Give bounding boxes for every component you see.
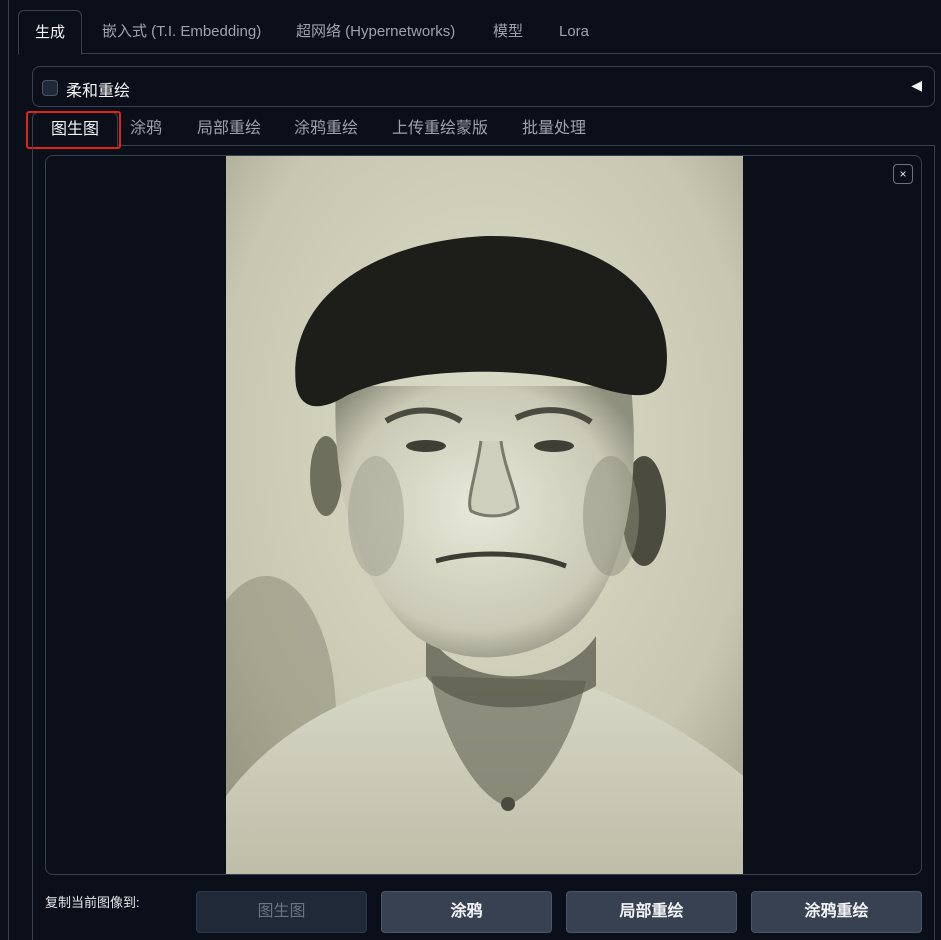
copy-to-label: 复制当前图像到: <box>45 895 140 910</box>
tab-inpaint[interactable]: 局部重绘 <box>197 112 261 146</box>
tab-inpaint-upload[interactable]: 上传重绘蒙版 <box>392 112 488 146</box>
tab-batch[interactable]: 批量处理 <box>522 112 586 146</box>
send-to-inpaint-sketch-button[interactable]: 涂鸦重绘 <box>751 891 922 933</box>
main-tab-bar: 生成 嵌入式 (T.I. Embedding) 超网络 (Hypernetwor… <box>18 10 941 55</box>
send-to-img2img-button[interactable]: 图生图 <box>196 891 367 933</box>
tab-lora[interactable]: Lora <box>543 10 605 54</box>
close-icon[interactable]: × <box>893 164 913 184</box>
send-to-inpaint-button[interactable]: 局部重绘 <box>566 891 737 933</box>
image-upload-area[interactable] <box>45 155 922 875</box>
tab-sketch[interactable]: 涂鸦 <box>130 112 162 146</box>
soft-inpainting-label: 柔和重绘 <box>66 83 131 100</box>
portrait-photo <box>226 156 743 874</box>
tab-hypernetworks[interactable]: 超网络 (Hypernetworks) <box>280 10 471 54</box>
tab-inpaint-sketch[interactable]: 涂鸦重绘 <box>294 112 358 146</box>
tab-embedding[interactable]: 嵌入式 (T.I. Embedding) <box>86 10 277 54</box>
img2img-mode-tabs: 图生图 涂鸦 局部重绘 涂鸦重绘 上传重绘蒙版 批量处理 <box>32 112 935 147</box>
tab-img2img[interactable]: 图生图 <box>32 112 118 147</box>
triangle-left-icon[interactable]: ◀ <box>911 77 922 94</box>
soft-inpainting-checkbox[interactable] <box>42 80 58 96</box>
tab-models[interactable]: 模型 <box>477 10 539 54</box>
soft-inpainting-accordion[interactable]: 柔和重绘 ◀ <box>32 66 935 107</box>
tab-generate[interactable]: 生成 <box>18 10 83 55</box>
send-to-sketch-button[interactable]: 涂鸦 <box>381 891 552 933</box>
